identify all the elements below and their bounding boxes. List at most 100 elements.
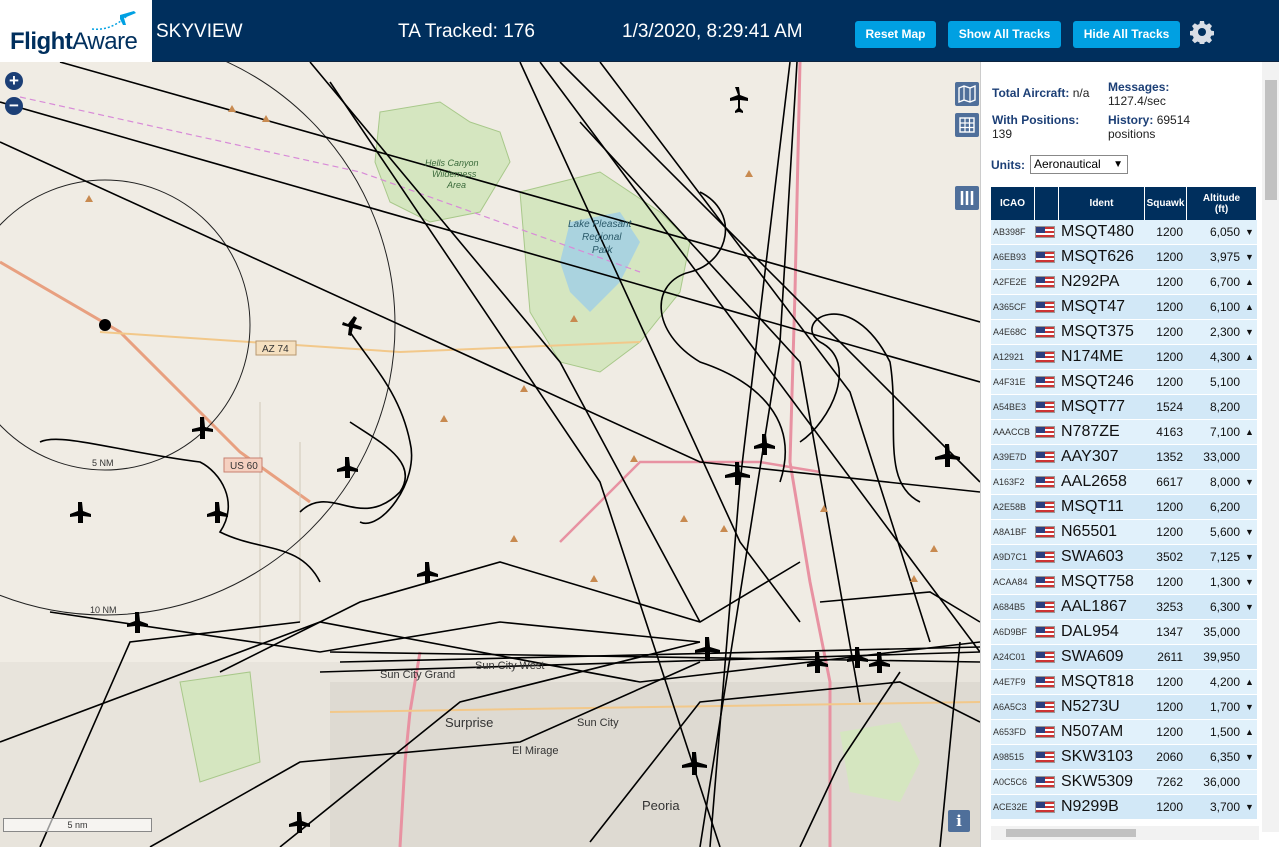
table-row[interactable]: ACE32E N9299B 1200 3,700 ▼ — [991, 795, 1257, 820]
grid-icon[interactable] — [955, 113, 979, 137]
table-row[interactable]: A4F31E MSQT246 1200 5,100 — [991, 370, 1257, 395]
table-row[interactable]: A2FE2E N292PA 1200 6,700 ▲ — [991, 270, 1257, 295]
map-label-el-mirage: El Mirage — [512, 745, 558, 757]
vertical-scrollbar[interactable] — [1262, 62, 1279, 832]
zoom-out-button[interactable]: − — [5, 97, 23, 115]
cell-icao: A365CF — [993, 302, 1027, 312]
ring-label-5nm: 5 NM — [92, 458, 114, 468]
map-label-regional: Regional — [582, 232, 622, 243]
map-label-sun-city: Sun City — [577, 717, 619, 729]
cell-squawk: 1352 — [1156, 450, 1183, 464]
table-row[interactable]: AAACCB N787ZE 4163 7,100 ▲ — [991, 420, 1257, 445]
map-layers-icon[interactable] — [955, 82, 979, 106]
hide-all-tracks-button[interactable]: Hide All Tracks — [1073, 21, 1180, 48]
cell-squawk: 2060 — [1156, 750, 1183, 764]
cell-ident: AAL2658 — [1061, 473, 1127, 490]
units-select[interactable]: Aeronautical ▼ — [1030, 155, 1128, 174]
header-flag[interactable] — [1035, 187, 1059, 220]
columns-icon[interactable] — [955, 186, 979, 210]
table-row[interactable]: A684B5 AAL1867 3253 6,300 ▼ — [991, 595, 1257, 620]
cell-ident: MSQT626 — [1061, 248, 1134, 265]
messages-value: 1127.4/sec — [1108, 94, 1166, 108]
total-aircraft-label: Total Aircraft: — [992, 86, 1070, 100]
cell-squawk: 2611 — [1157, 650, 1183, 664]
horizontal-scrollbar[interactable] — [991, 826, 1259, 840]
table-row[interactable]: A6EB93 MSQT626 1200 3,975 ▼ — [991, 245, 1257, 270]
table-row[interactable]: A8A1BF N65501 1200 5,600 ▼ — [991, 520, 1257, 545]
history-value: 69514 — [1156, 113, 1191, 127]
reset-map-button[interactable]: Reset Map — [855, 21, 936, 48]
cell-altitude: 1,500 — [1209, 725, 1240, 739]
cell-ident: MSQT246 — [1061, 373, 1134, 390]
table-row[interactable]: A365CF MSQT47 1200 6,100 ▲ — [991, 295, 1257, 320]
cell-altitude: 4,200 — [1209, 675, 1240, 689]
map-label-az74: AZ 74 — [262, 344, 289, 355]
table-row[interactable]: A2E58B MSQT11 1200 6,200 — [991, 495, 1257, 520]
header-altitude[interactable]: Altitude (ft) — [1187, 187, 1257, 220]
map-view[interactable]: Hells Canyon Wilderness Area Lake Pleasa… — [0, 62, 980, 847]
table-row[interactable]: A24C01 SWA609 2611 39,950 — [991, 645, 1257, 670]
cell-squawk: 1200 — [1156, 300, 1183, 314]
cell-ident: AAY307 — [1061, 448, 1119, 465]
cell-squawk: 3253 — [1156, 600, 1183, 614]
table-row[interactable]: A4E7F9 MSQT818 1200 4,200 ▲ — [991, 670, 1257, 695]
table-row[interactable]: A9D7C1 SWA603 3502 7,125 ▼ — [991, 545, 1257, 570]
altitude-trend-icon: ▼ — [1245, 752, 1254, 762]
zoom-in-button[interactable]: + — [5, 72, 23, 90]
flag-icon — [1035, 776, 1059, 788]
table-row[interactable]: A4E68C MSQT375 1200 2,300 ▼ — [991, 320, 1257, 345]
logo-text: FlightAware — [10, 28, 138, 56]
with-positions-label: With Positions: — [992, 113, 1080, 127]
table-row[interactable]: A6D9BF DAL954 1347 35,000 — [991, 620, 1257, 645]
table-row[interactable]: A6A5C3 N5273U 1200 1,700 ▼ — [991, 695, 1257, 720]
cell-altitude: 8,000 — [1209, 475, 1240, 489]
logo-flight: Flight — [10, 28, 73, 55]
altitude-trend-icon: ▼ — [1245, 477, 1254, 487]
total-aircraft-stat: Total Aircraft: n/a — [992, 86, 1089, 100]
flag-icon — [1035, 451, 1059, 463]
cell-squawk: 1200 — [1156, 325, 1183, 339]
table-row[interactable]: A653FD N507AM 1200 1,500 ▲ — [991, 720, 1257, 745]
altitude-trend-icon: ▼ — [1245, 702, 1254, 712]
scroll-thumb-horizontal[interactable] — [1006, 829, 1136, 837]
table-row[interactable]: A39E7D AAY307 1352 33,000 — [991, 445, 1257, 470]
table-body: AB398F MSQT480 1200 6,050 ▼ A6EB93 MSQT626 1200… — [991, 220, 1257, 820]
cell-altitude: 6,100 — [1209, 300, 1240, 314]
cell-icao: A2FE2E — [993, 277, 1027, 287]
altitude-trend-icon: ▼ — [1245, 527, 1254, 537]
cell-icao: ACAA84 — [993, 577, 1028, 587]
cell-squawk: 1200 — [1156, 525, 1183, 539]
cell-squawk: 1200 — [1156, 500, 1183, 514]
table-row[interactable]: A98515 SKW3103 2060 6,350 ▼ — [991, 745, 1257, 770]
cell-icao: A6D9BF — [993, 627, 1028, 637]
units-label: Units: — [991, 158, 1025, 172]
app-title: SKYVIEW — [156, 21, 243, 42]
table-row[interactable]: A12921 N174ME 1200 4,300 ▲ — [991, 345, 1257, 370]
cell-ident: N9299B — [1061, 798, 1119, 815]
header-icao[interactable]: ICAO — [991, 187, 1035, 220]
header-squawk[interactable]: Squawk — [1145, 187, 1187, 220]
show-all-tracks-button[interactable]: Show All Tracks — [948, 21, 1061, 48]
table-row[interactable]: ACAA84 MSQT758 1200 1,300 ▼ — [991, 570, 1257, 595]
scroll-thumb[interactable] — [1265, 80, 1277, 200]
table-row[interactable]: A54BE3 MSQT77 1524 8,200 — [991, 395, 1257, 420]
altitude-trend-icon: ▼ — [1245, 252, 1254, 262]
flag-icon — [1035, 601, 1059, 613]
cell-altitude: 3,975 — [1209, 250, 1240, 264]
history-unit: positions — [1108, 127, 1156, 141]
map-label-us60: US 60 — [230, 461, 258, 472]
cell-squawk: 1200 — [1156, 675, 1183, 689]
table-row[interactable]: A163F2 AAL2658 6617 8,000 ▼ — [991, 470, 1257, 495]
cell-ident: MSQT818 — [1061, 673, 1134, 690]
cell-altitude: 1,300 — [1209, 575, 1240, 589]
gear-icon[interactable] — [1190, 20, 1214, 44]
info-icon[interactable]: i — [948, 810, 970, 832]
map-canvas[interactable]: Hells Canyon Wilderness Area Lake Pleasa… — [0, 62, 980, 847]
table-row[interactable]: A0C5C6 SKW5309 7262 36,000 — [991, 770, 1257, 795]
flightaware-logo[interactable]: FlightAware — [0, 0, 152, 62]
cell-icao: A653FD — [993, 727, 1027, 737]
cell-icao: A0C5C6 — [993, 777, 1028, 787]
table-row[interactable]: AB398F MSQT480 1200 6,050 ▼ — [991, 220, 1257, 245]
header-ident[interactable]: Ident — [1059, 187, 1145, 220]
cell-icao: A4E7F9 — [993, 677, 1026, 687]
